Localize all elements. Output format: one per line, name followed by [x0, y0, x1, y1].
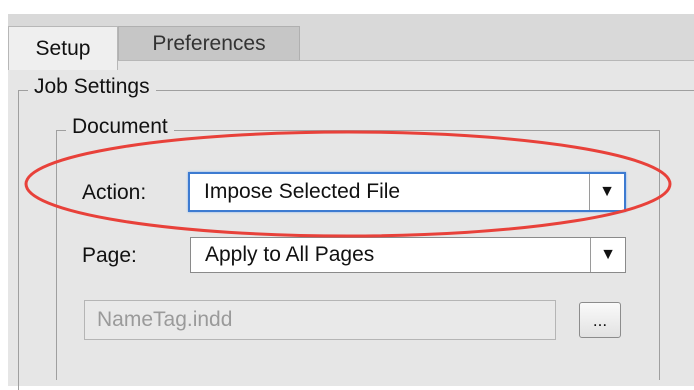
document-legend: Document — [66, 115, 174, 139]
tab-preferences-label: Preferences — [152, 31, 266, 55]
page-dropdown[interactable]: Apply to All Pages ▼ — [190, 237, 626, 273]
chevron-down-icon: ▼ — [600, 246, 616, 263]
page-dropdown-arrow[interactable]: ▼ — [590, 238, 625, 272]
chevron-down-icon: ▼ — [599, 183, 615, 200]
file-path-value: NameTag.indd — [97, 308, 233, 331]
job-settings-legend: Job Settings — [28, 75, 156, 99]
file-path-field[interactable]: NameTag.indd — [84, 300, 556, 340]
browse-button-label: ... — [592, 311, 608, 330]
tab-setup[interactable]: Setup — [8, 26, 118, 70]
action-dropdown-value: Impose Selected File — [204, 180, 401, 203]
page-dropdown-value: Apply to All Pages — [205, 243, 375, 266]
browse-button[interactable]: ... — [579, 302, 621, 338]
action-label: Action: — [82, 181, 147, 204]
page-label: Page: — [82, 244, 137, 267]
tab-preferences[interactable]: Preferences — [118, 26, 300, 60]
action-dropdown-arrow[interactable]: ▼ — [589, 174, 624, 210]
action-dropdown[interactable]: Impose Selected File ▼ — [188, 172, 626, 212]
tab-setup-label: Setup — [35, 36, 91, 60]
